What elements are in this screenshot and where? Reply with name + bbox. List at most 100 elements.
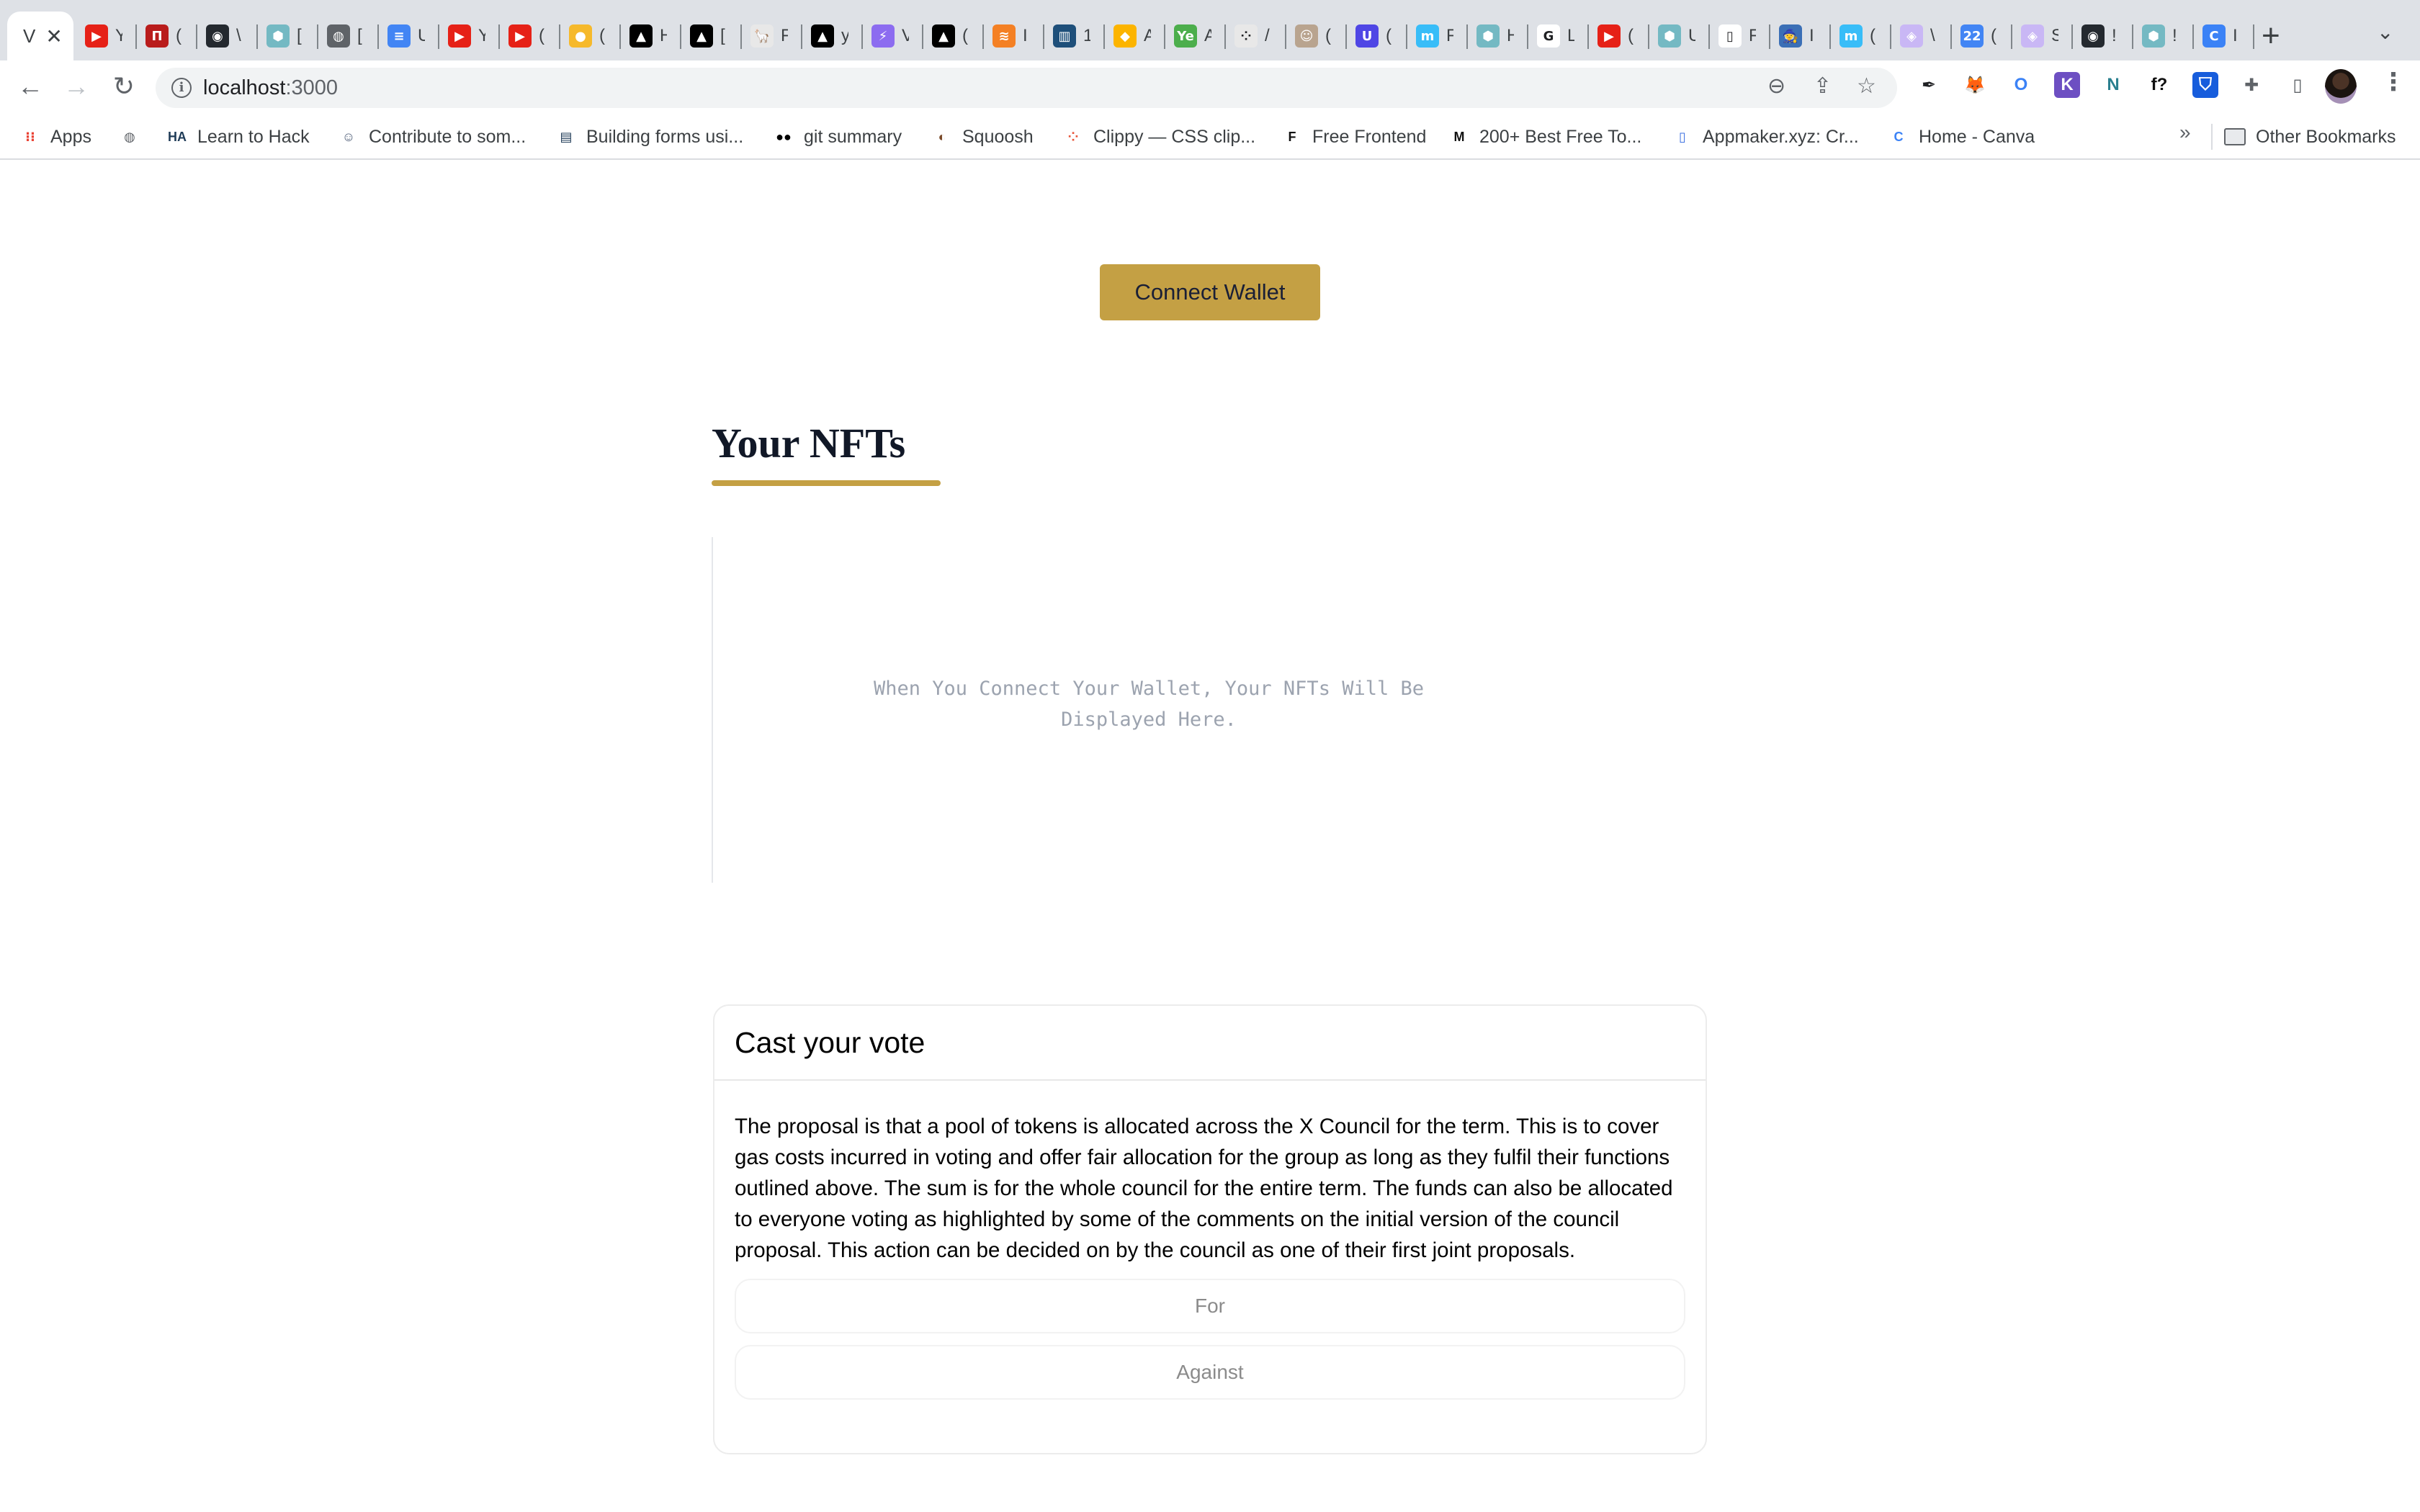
google-icon: G bbox=[1537, 24, 1560, 48]
font-finder-icon[interactable]: f? bbox=[2146, 72, 2172, 98]
address-bar[interactable]: i localhost:3000 ⊖ ⇪ ☆ bbox=[156, 68, 1897, 108]
tab-title: ( bbox=[1386, 26, 1392, 45]
tab[interactable]: ▯ F bbox=[1710, 12, 1770, 60]
tab[interactable]: mF bbox=[1407, 12, 1468, 60]
bookmark-item[interactable]: ●● git summary bbox=[774, 125, 902, 148]
share-icon[interactable]: ⇪ bbox=[1814, 73, 1832, 99]
url-text[interactable]: localhost:3000 bbox=[203, 76, 338, 100]
tab[interactable]: 🦙 F bbox=[742, 12, 802, 60]
bookmark-label: Home - Canva bbox=[1919, 126, 2035, 147]
tab-title: ( bbox=[1628, 26, 1634, 45]
tab[interactable]: ●( bbox=[560, 12, 621, 60]
connect-wallet-button[interactable]: Connect Wallet bbox=[1100, 264, 1320, 320]
bookmark-star-icon[interactable]: ☆ bbox=[1857, 73, 1876, 99]
proposal-text: The proposal is that a pool of tokens is… bbox=[735, 1115, 1673, 1262]
tab[interactable]: ≋ I bbox=[984, 12, 1044, 60]
tab-search-chevron-icon[interactable]: ⌄ bbox=[2377, 20, 2393, 44]
tab[interactable]: ◍[ bbox=[318, 12, 379, 60]
bookmark-item[interactable]: ⁘ Clippy — CSS clip... bbox=[1063, 125, 1255, 148]
tab[interactable]: m( bbox=[1831, 12, 1891, 60]
tab[interactable]: 22 ( bbox=[1952, 12, 2012, 60]
bookmark-item[interactable]: F Free Frontend bbox=[1282, 125, 1427, 148]
tab[interactable]: ⁘ / bbox=[1226, 12, 1286, 60]
bitwarden-icon[interactable]: ⛉ bbox=[2192, 72, 2218, 98]
tab[interactable]: ≡ U bbox=[379, 12, 439, 60]
tab[interactable]: ⚡ V bbox=[863, 12, 923, 60]
extensions-puzzle-icon[interactable]: ✚ bbox=[2238, 72, 2264, 98]
tab-title: A bbox=[1144, 26, 1151, 45]
tab[interactable]: ▥ 1 bbox=[1044, 12, 1105, 60]
tab[interactable]: ◉! bbox=[2073, 12, 2133, 60]
opera-icon[interactable]: O bbox=[2008, 72, 2034, 98]
tab[interactable]: ▲[ bbox=[681, 12, 742, 60]
tab[interactable]: ◈ \ bbox=[1891, 12, 1952, 60]
zoom-out-icon[interactable]: ⊖ bbox=[1767, 73, 1785, 99]
bookmark-label: Squoosh bbox=[962, 126, 1034, 147]
tab[interactable]: ◈ S bbox=[2012, 12, 2073, 60]
tab[interactable]: ▶( bbox=[1589, 12, 1649, 60]
bookmark-item[interactable]: ⁝⁝ Apps bbox=[20, 125, 91, 148]
tab[interactable]: ⬢! bbox=[2133, 12, 2194, 60]
tab[interactable]: ◉ \ bbox=[197, 12, 258, 60]
vercel-icon: ▲ bbox=[811, 24, 834, 48]
tab-title: ( bbox=[1325, 26, 1331, 45]
bookmarks-overflow-button[interactable]: » bbox=[2179, 121, 2191, 144]
tab[interactable]: ▲( bbox=[923, 12, 984, 60]
tab[interactable]: CI bbox=[2194, 12, 2254, 60]
m-logo-icon: m bbox=[1839, 24, 1863, 48]
nfts-empty-message: When You Connect Your Wallet, Your NFTs … bbox=[873, 678, 1424, 731]
globe-icon: ◍ bbox=[327, 24, 350, 48]
bookmark-item[interactable]: ▤ Building forms usi... bbox=[556, 125, 743, 148]
bookmark-item[interactable]: ☺ Contribute to som... bbox=[339, 125, 526, 148]
bookmark-item[interactable]: ◐ Squoosh bbox=[932, 125, 1034, 148]
tab[interactable]: ☺( bbox=[1286, 12, 1347, 60]
tab[interactable]: П( bbox=[137, 12, 197, 60]
tab[interactable]: ▶ Y bbox=[76, 12, 137, 60]
tab-active[interactable]: V ✕ bbox=[7, 12, 73, 60]
squoosh-icon: ◐ bbox=[938, 129, 946, 144]
reload-button[interactable]: ↻ bbox=[108, 71, 140, 102]
profile-avatar[interactable] bbox=[2325, 69, 2357, 104]
tab-title: ( bbox=[962, 26, 968, 45]
bookmark-item[interactable]: ◍ bbox=[120, 125, 150, 148]
tab[interactable]: ▶ Y bbox=[439, 12, 500, 60]
site-info-icon[interactable]: i bbox=[171, 78, 192, 98]
tab[interactable]: ◆ A bbox=[1105, 12, 1165, 60]
n-extension-icon[interactable]: N bbox=[2100, 72, 2126, 98]
tab[interactable]: 🧙 I bbox=[1770, 12, 1831, 60]
free-frontend-icon: F bbox=[1288, 129, 1296, 144]
github-icon: ◉ bbox=[2081, 24, 2105, 48]
tab-title: / bbox=[1265, 26, 1270, 45]
tab-title: L bbox=[1567, 26, 1574, 45]
tab[interactable]: ⬢[ bbox=[258, 12, 318, 60]
tab[interactable]: ⬢ H bbox=[1468, 12, 1528, 60]
folder-icon bbox=[2224, 128, 2246, 145]
back-button[interactable]: ← bbox=[14, 71, 46, 102]
vote-against-button[interactable]: Against bbox=[735, 1345, 1685, 1400]
tab-title: H bbox=[1507, 26, 1514, 45]
bookmark-item[interactable]: C Home - Canva bbox=[1888, 125, 2035, 148]
tab[interactable]: GL bbox=[1528, 12, 1589, 60]
bookmark-item[interactable]: HA Learn to Hack bbox=[167, 125, 310, 148]
k-extension-icon[interactable]: K bbox=[2054, 72, 2080, 98]
side-panel-icon[interactable]: ▯ bbox=[2285, 72, 2311, 98]
tab[interactable]: U( bbox=[1347, 12, 1407, 60]
vote-for-button[interactable]: For bbox=[735, 1279, 1685, 1333]
browser-menu-icon[interactable]: ⋮ bbox=[2381, 68, 2406, 96]
bookmark-item[interactable]: ▯ Appmaker.xyz: Cr... bbox=[1672, 125, 1859, 148]
metamask-icon[interactable]: 🦊 bbox=[1962, 72, 1988, 98]
tab[interactable]: ▲ y bbox=[802, 12, 863, 60]
forward-button[interactable]: → bbox=[60, 71, 92, 102]
bookmark-item[interactable]: M 200+ Best Free To... bbox=[1449, 125, 1642, 148]
keep-icon: ● bbox=[569, 24, 592, 48]
tab[interactable]: ⬢ U bbox=[1649, 12, 1710, 60]
other-bookmarks-folder[interactable]: Other Bookmarks bbox=[2224, 125, 2396, 148]
close-tab-icon[interactable]: ✕ bbox=[45, 24, 62, 48]
reload-icon: ↻ bbox=[112, 71, 135, 101]
tab[interactable]: ▶( bbox=[500, 12, 560, 60]
bookmark-label: Building forms usi... bbox=[586, 126, 744, 147]
eyedropper-icon[interactable]: ✒ bbox=[1916, 72, 1942, 98]
tab[interactable]: ▲ H bbox=[621, 12, 681, 60]
tab[interactable]: Ye A bbox=[1165, 12, 1226, 60]
new-tab-button[interactable]: + bbox=[2262, 16, 2280, 56]
